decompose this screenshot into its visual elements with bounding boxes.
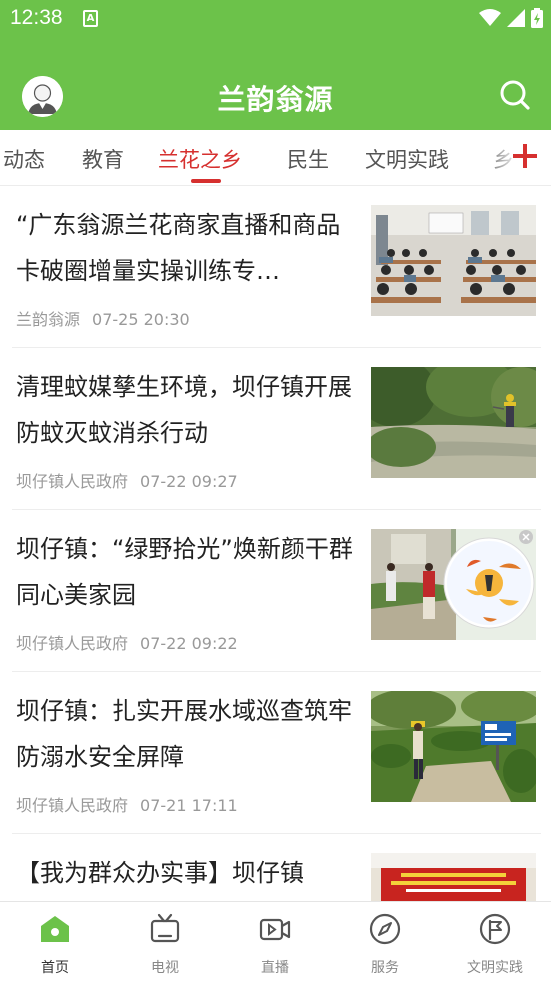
news-thumbnail[interactable]	[371, 367, 536, 478]
news-thumbnail[interactable]	[371, 205, 536, 316]
news-title[interactable]: 【我为群众办实事】坝仔镇	[16, 850, 354, 896]
news-title[interactable]: “广东翁源兰花商家直播和商品卡破圈增量实操训练专…	[16, 202, 354, 294]
news-item[interactable]: 坝仔镇：扎实开展水域巡查筑牢防溺水安全屏障 坝仔镇人民政府 07-21 17:11	[12, 672, 541, 834]
news-meta: 兰韵翁源 07-25 20:30	[16, 306, 190, 330]
search-icon[interactable]	[499, 79, 531, 111]
news-meta: 坝仔镇人民政府 07-21 17:11	[16, 792, 238, 816]
news-title[interactable]: 坝仔镇：“绿野拾光”焕新颜干群同心美家园	[16, 526, 354, 618]
nav-live-label: 直播	[261, 960, 289, 976]
status-icons	[479, 8, 543, 28]
news-item[interactable]: 坝仔镇：“绿野拾光”焕新颜干群同心美家园 坝仔镇人民政府 07-22 09:22	[12, 510, 541, 672]
tab-minsheng[interactable]: 民生	[287, 144, 329, 174]
nav-tv-label: 电视	[151, 960, 179, 976]
news-meta: 坝仔镇人民政府 07-22 09:22	[16, 630, 238, 654]
nav-tv[interactable]: 电视	[110, 912, 220, 977]
status-bar: 12:38 A	[0, 0, 551, 38]
news-source: 坝仔镇人民政府	[16, 472, 129, 491]
app-notification-icon: A	[83, 10, 98, 27]
news-source: 兰韵翁源	[16, 310, 81, 329]
nav-home-label: 首页	[41, 960, 69, 976]
news-thumbnail[interactable]	[371, 691, 536, 802]
status-time: 12:38	[10, 6, 63, 29]
news-item[interactable]: 清理蚊媒孳生环境，坝仔镇开展防蚊灭蚊消杀行动 坝仔镇人民政府 07-22 09:2…	[12, 348, 541, 510]
wifi-icon	[479, 9, 501, 26]
news-item[interactable]: “广东翁源兰花商家直播和商品卡破圈增量实操训练专… 兰韵翁源 07-25 20:3…	[12, 186, 541, 348]
news-source: 坝仔镇人民政府	[16, 634, 129, 653]
nav-service[interactable]: 服务	[330, 912, 440, 977]
nav-service-label: 服务	[371, 960, 399, 976]
tab-lanhuazhixiang[interactable]: 兰花之乡	[158, 144, 242, 174]
signal-icon	[507, 9, 525, 27]
home-icon	[41, 916, 69, 942]
tab-dongtai[interactable]: 动态	[3, 144, 45, 174]
news-time: 07-21 17:11	[140, 796, 238, 815]
news-title[interactable]: 清理蚊媒孳生环境，坝仔镇开展防蚊灭蚊消杀行动	[16, 364, 354, 456]
app-bar: 兰韵翁源	[0, 38, 551, 130]
compass-icon	[369, 913, 401, 945]
tab-jiaoyu[interactable]: 教育	[82, 144, 124, 174]
news-item[interactable]: 【我为群众办实事】坝仔镇	[12, 834, 541, 901]
flag-circle-icon	[479, 913, 511, 945]
news-thumbnail[interactable]	[371, 853, 536, 901]
news-time: 07-22 09:22	[140, 634, 238, 653]
app-title: 兰韵翁源	[217, 83, 334, 116]
nav-home[interactable]: 首页	[0, 912, 110, 977]
tab-wenmingshijian[interactable]: 文明实践	[365, 144, 449, 174]
active-tab-indicator	[191, 179, 221, 183]
bottom-nav: 首页 电视 直播 服务 文明实践	[0, 901, 551, 981]
news-thumbnail[interactable]	[371, 529, 536, 640]
nav-civilization-label: 文明实践	[467, 960, 523, 976]
news-meta: 坝仔镇人民政府 07-22 09:27	[16, 468, 238, 492]
news-time: 07-25 20:30	[92, 310, 190, 329]
news-feed[interactable]: “广东翁源兰花商家直播和商品卡破圈增量实操训练专… 兰韵翁源 07-25 20:3…	[0, 186, 551, 901]
news-title[interactable]: 坝仔镇：扎实开展水域巡查筑牢防溺水安全屏障	[16, 688, 354, 780]
battery-icon	[531, 8, 543, 28]
news-source: 坝仔镇人民政府	[16, 796, 129, 815]
plus-icon[interactable]	[513, 144, 537, 168]
nav-civilization[interactable]: 文明实践	[440, 912, 550, 977]
live-video-icon	[259, 918, 291, 941]
tv-icon	[150, 913, 180, 943]
news-time: 07-22 09:27	[140, 472, 238, 491]
category-tab-bar: 动态 教育 兰花之乡 民生 文明实践 乡	[0, 130, 551, 186]
nav-live[interactable]: 直播	[220, 912, 330, 977]
